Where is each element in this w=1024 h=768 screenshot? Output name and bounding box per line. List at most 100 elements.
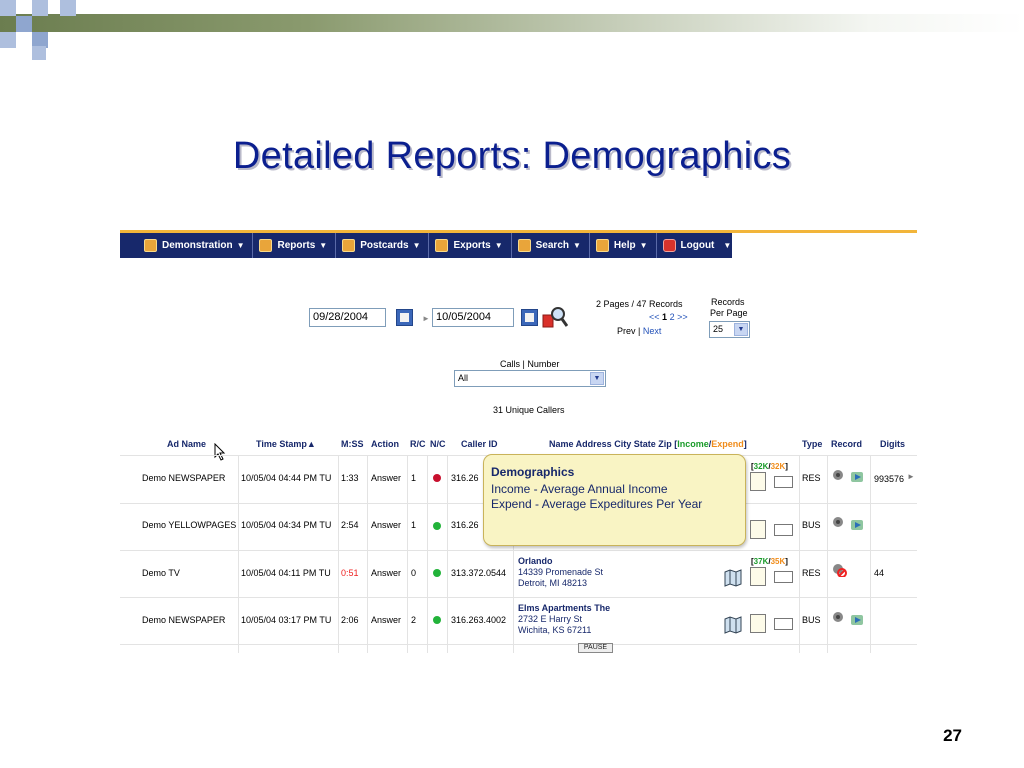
- demo-icon: [144, 239, 157, 252]
- col-header-rc[interactable]: R/C: [410, 439, 426, 449]
- menu-postcards[interactable]: Postcards ▼: [336, 233, 430, 258]
- action-cell: Answer: [371, 615, 402, 625]
- rc-cell: 1: [411, 520, 417, 530]
- decor-square: [32, 0, 48, 16]
- logout-icon: [662, 239, 676, 252]
- ad-name-cell: Demo NEWSPAPER: [142, 473, 226, 483]
- demographics-tooltip: Demographics Income - Average Annual Inc…: [483, 454, 746, 546]
- pager-page-link[interactable]: 2: [670, 312, 675, 322]
- income-expend: [37K/35K]: [751, 557, 788, 566]
- caller-name: Elms Apartments The: [518, 603, 611, 613]
- play-record-icon[interactable]: [850, 613, 866, 627]
- document-icon[interactable]: [750, 614, 766, 633]
- menu-label: Demonstration: [162, 240, 233, 251]
- records-per-page-label: Per Page: [710, 308, 748, 318]
- caller-id-cell: 316.263.4002: [451, 615, 507, 625]
- status-dot: [433, 522, 441, 530]
- speaker-icon[interactable]: [831, 610, 847, 624]
- envelope-icon[interactable]: [774, 571, 793, 583]
- decor-square: [60, 0, 76, 16]
- map-icon[interactable]: [723, 568, 743, 588]
- map-icon[interactable]: [723, 615, 743, 635]
- envelope-icon[interactable]: [774, 524, 793, 536]
- caller-city: Wichita, KS 67211: [518, 625, 592, 635]
- arrow-right-icon[interactable]: ►: [907, 472, 915, 481]
- records-per-page-select[interactable]: 25 ▼: [709, 321, 750, 338]
- expend-value: 32K: [770, 462, 786, 471]
- menu-reports[interactable]: Reports ▼: [253, 233, 337, 258]
- address-block: Elms Apartments The 2732 E Harry St Wich…: [518, 603, 610, 636]
- address-block: Orlando 14339 Promenade St Detroit, MI 4…: [518, 556, 603, 589]
- income-expend: [32K/32K]: [751, 462, 788, 471]
- col-header-ad-name[interactable]: Ad Name: [167, 439, 206, 449]
- postcards-icon: [342, 239, 356, 252]
- col-header-action[interactable]: Action: [371, 439, 399, 449]
- menu-help[interactable]: Help ▼: [590, 233, 657, 258]
- menu-logout[interactable]: Logout ▼: [657, 233, 740, 258]
- income-value: 37K: [753, 557, 769, 566]
- document-icon[interactable]: [750, 567, 766, 586]
- pause-button[interactable]: PAUSE: [578, 643, 613, 653]
- digits-cell: 44: [874, 568, 885, 578]
- caller-id-cell: 313.372.0544: [451, 568, 507, 578]
- chevron-down-icon: ▼: [494, 241, 503, 250]
- decor-square: [32, 46, 46, 60]
- menu-label: Exports: [453, 240, 491, 251]
- speaker-icon[interactable]: [831, 515, 847, 529]
- chevron-down-icon: ▼: [573, 241, 581, 250]
- bracket: ]: [785, 462, 788, 471]
- col-header-record[interactable]: Record: [831, 439, 862, 449]
- records-per-page-label: Records: [711, 297, 745, 307]
- no-recording-icon: [833, 564, 847, 577]
- header-expend: Expend: [711, 439, 744, 449]
- calls-select[interactable]: All ▼: [454, 370, 606, 387]
- page-number: 27: [943, 726, 962, 745]
- next-link[interactable]: Next: [643, 326, 662, 336]
- prev-link[interactable]: Prev: [617, 326, 636, 336]
- mss-cell: 2:06: [341, 615, 359, 625]
- chevron-down-icon: ▼: [236, 241, 245, 250]
- menu-demonstration[interactable]: Demonstration ▼: [138, 233, 254, 258]
- tooltip-title: Demographics: [491, 465, 575, 479]
- play-record-icon[interactable]: [850, 518, 866, 532]
- envelope-icon[interactable]: [774, 618, 793, 630]
- search-icon: [517, 239, 531, 252]
- pager-first-link[interactable]: <<: [649, 312, 660, 322]
- speaker-icon[interactable]: [831, 468, 847, 482]
- mss-cell: 0:51: [341, 568, 359, 578]
- document-icon[interactable]: [750, 472, 766, 491]
- col-header-time-stamp[interactable]: Time Stamp▲: [256, 439, 316, 449]
- start-date-input[interactable]: 09/28/2004: [309, 308, 386, 327]
- col-header-mss[interactable]: M:SS: [341, 439, 364, 449]
- col-header-digits[interactable]: Digits: [880, 439, 905, 449]
- time-cell: 10/05/04 04:44 PM TU: [241, 473, 332, 483]
- menu-label: Help: [613, 240, 636, 251]
- col-header-type[interactable]: Type: [802, 439, 822, 449]
- calendar-icon[interactable]: [521, 309, 538, 326]
- col-header-caller-id[interactable]: Caller ID: [461, 439, 498, 449]
- end-date-input[interactable]: 10/05/2004: [432, 308, 514, 327]
- pager: << 1 2 >>: [649, 312, 688, 322]
- menu-bar: Demonstration ▼ Reports ▼ Postcards ▼ Expor…: [120, 233, 732, 258]
- time-cell: 10/05/04 04:34 PM TU: [241, 520, 332, 530]
- col-header-nc[interactable]: N/C: [430, 439, 446, 449]
- play-record-icon[interactable]: [850, 470, 866, 484]
- envelope-icon[interactable]: [774, 476, 793, 488]
- status-dot: [433, 616, 441, 624]
- search-icon[interactable]: [542, 305, 568, 329]
- expend-value: 35K: [770, 557, 786, 566]
- action-cell: Answer: [371, 568, 402, 578]
- pager-last-link[interactable]: >>: [677, 312, 688, 322]
- menu-exports[interactable]: Exports ▼: [429, 233, 512, 258]
- header-label: Name Address City State Zip [: [549, 439, 678, 449]
- decor-square: [0, 32, 16, 48]
- menu-label: Reports: [277, 240, 316, 251]
- calendar-icon[interactable]: [396, 309, 413, 326]
- document-icon[interactable]: [750, 520, 766, 539]
- help-icon: [595, 239, 609, 252]
- select-value: 25: [713, 324, 724, 334]
- type-cell: RES: [802, 568, 821, 578]
- menu-search[interactable]: Search ▼: [512, 233, 590, 258]
- chevron-down-icon: ▼: [723, 241, 732, 250]
- col-header-name-address[interactable]: Name Address City State Zip [Income/Expe…: [549, 439, 747, 449]
